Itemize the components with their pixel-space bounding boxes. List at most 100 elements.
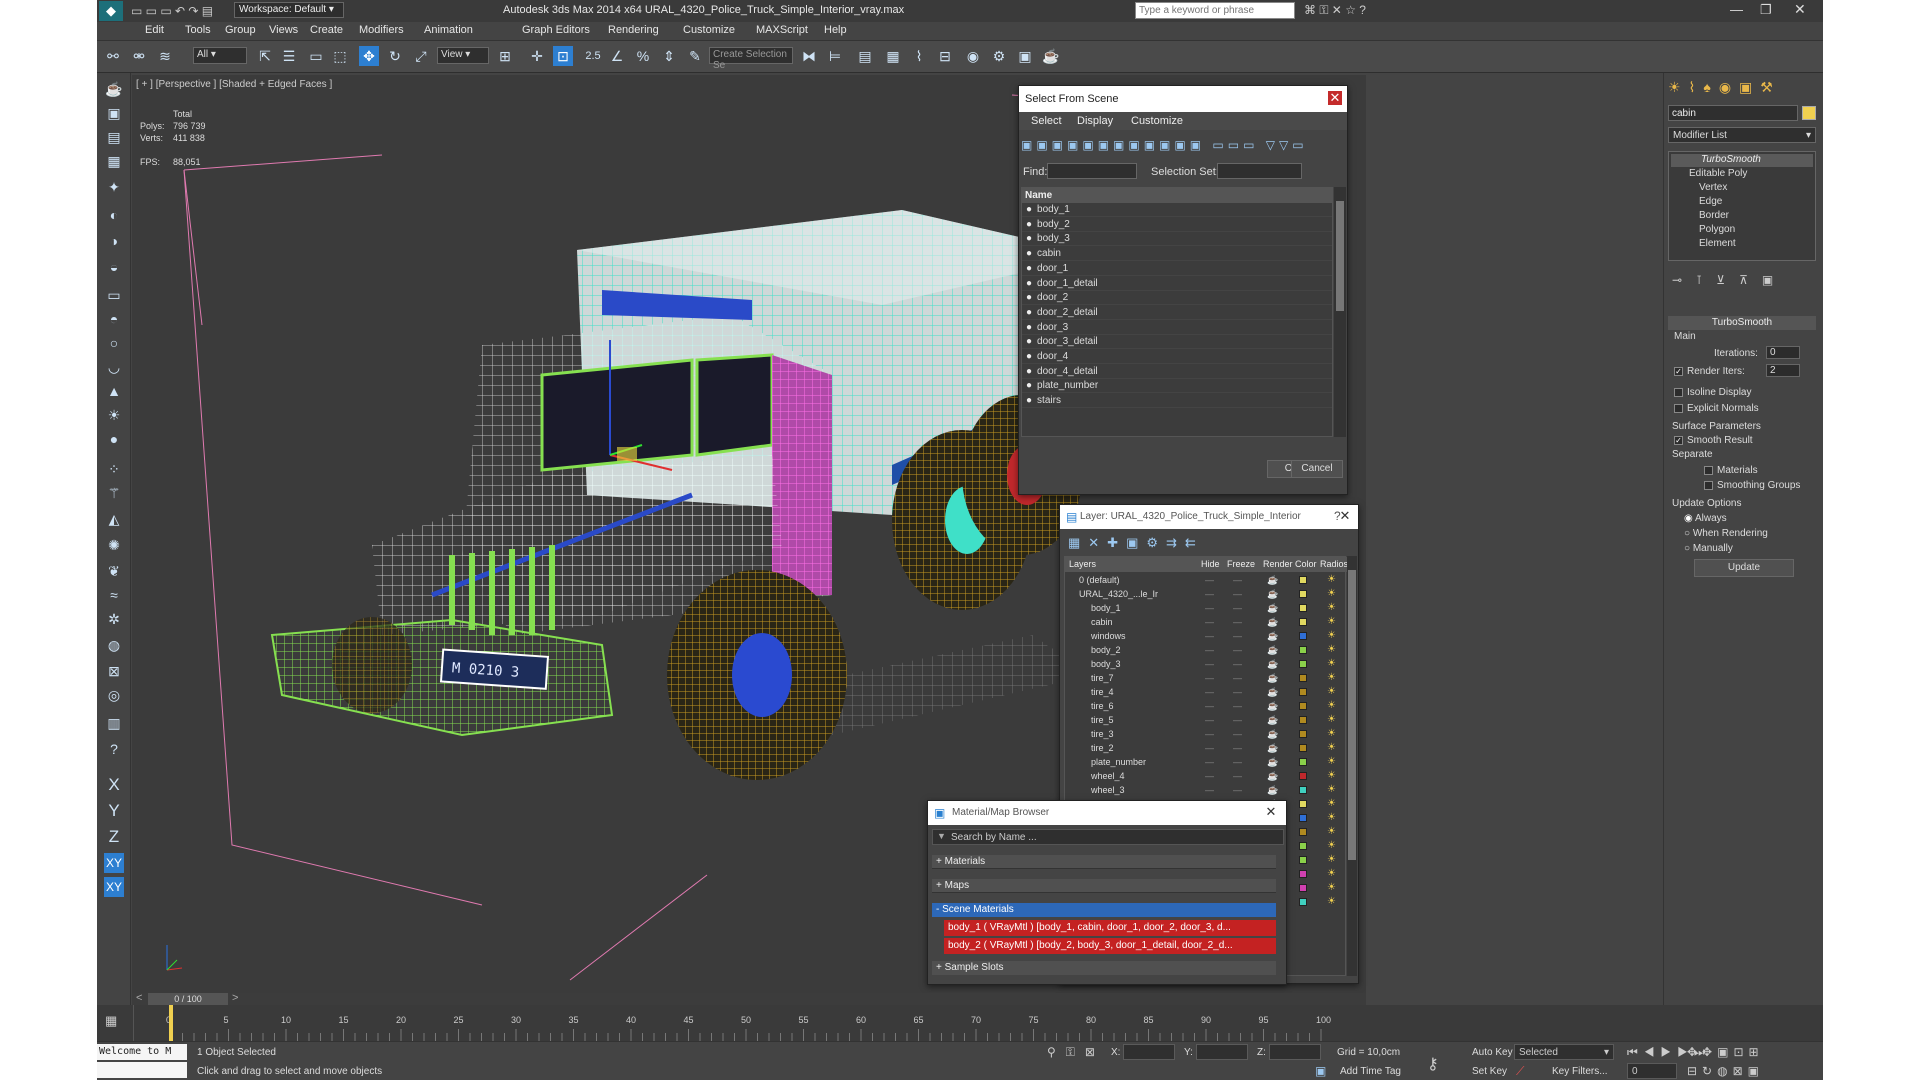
radiosity-icon[interactable]: ☀ [1327,811,1336,825]
spacewarp-icon[interactable]: ◑ [104,231,124,251]
render-iters-checkbox[interactable]: ✓ [1674,366,1683,376]
freeze-toggle[interactable]: — [1233,727,1242,741]
menu-group[interactable]: Group [225,24,256,36]
render-iters-spinner[interactable]: 2 [1766,364,1800,377]
freeze-toggle[interactable]: — [1233,615,1242,629]
radiosity-icon[interactable]: ☀ [1327,727,1336,741]
key-icon[interactable]: ⚷ [1427,1054,1439,1074]
key-filter-icon[interactable]: ⟋ [1516,1064,1524,1079]
track-ruler[interactable]: 0510152025303540455055606570758085909510… [133,1005,1367,1041]
fur-icon[interactable]: ✲ [104,609,124,629]
camera-icon[interactable]: ▣ [104,103,124,123]
radiosity-icon[interactable]: ☀ [1327,867,1336,881]
turbosmooth-rollout-title[interactable]: TurboSmooth [1668,316,1816,330]
layer-color-swatch[interactable] [1299,814,1307,822]
wand-icon[interactable]: ⚚ [104,483,124,503]
radiosity-icon[interactable]: ☀ [1327,573,1336,587]
radiosity-icon[interactable]: ☀ [1327,629,1336,643]
hide-toggle[interactable]: — [1205,615,1214,629]
isoline-row[interactable]: Isoline Display [1674,387,1751,398]
layer-row[interactable]: wheel_4 — — ☕ ☀ [1065,769,1345,783]
selection-set-dropdown[interactable] [1217,163,1302,179]
axis-x-icon[interactable]: X [104,775,124,795]
layer-color-swatch[interactable] [1299,632,1307,640]
y-coord-field[interactable] [1196,1044,1248,1060]
scene-object-row[interactable]: ● body_3 [1022,232,1332,247]
cone-icon[interactable]: ▲ [104,381,124,401]
stack-editable-poly[interactable]: Editable Poly [1689,168,1747,179]
spinner-snap-icon[interactable]: ⇕ [659,46,679,66]
environment-icon[interactable]: ◎ [104,685,124,705]
axis-z-icon[interactable]: Z [104,827,124,847]
help-icon[interactable]: ? [104,739,124,759]
layer-color-swatch[interactable] [1299,772,1307,780]
list-icon[interactable]: ▤ [104,127,124,147]
layer-row[interactable]: cabin — — ☕ ☀ [1065,615,1345,629]
radiosity-icon[interactable]: ☀ [1327,671,1336,685]
freeze-toggle[interactable]: — [1233,587,1242,601]
layer-color-swatch[interactable] [1299,618,1307,626]
layer-color-swatch[interactable] [1299,646,1307,654]
always-radio[interactable]: ◉ [1684,513,1693,524]
key-mode-dropdown[interactable]: Selected ▾ [1514,1044,1614,1060]
scene-object-row[interactable]: ● door_2 [1022,291,1332,306]
leaf-icon[interactable]: ❦ [104,561,124,581]
radiosity-icon[interactable]: ☀ [1327,755,1336,769]
render-toggle-icon[interactable]: ☕ [1267,755,1278,769]
hemisphere-icon[interactable]: ◓ [104,309,124,329]
link-icon[interactable]: ⚯ [103,46,123,66]
select-dialog-close-icon[interactable]: ✕ [1328,91,1342,105]
named-selection-sets-dropdown[interactable]: Create Selection Se [709,47,793,71]
close-icon[interactable]: ✕ [1794,1,1806,18]
layer-row[interactable]: body_3 — — ☕ ☀ [1065,657,1345,671]
radiosity-icon[interactable]: ☀ [1327,769,1336,783]
radiosity-icon[interactable]: ☀ [1327,881,1336,895]
freeze-toggle[interactable]: — [1233,671,1242,685]
key-filters-button[interactable]: Key Filters... [1552,1066,1608,1077]
hide-toggle[interactable]: — [1205,741,1214,755]
hide-toggle[interactable]: — [1205,769,1214,783]
viewport-nav-icons-2[interactable]: ⊟↻◍⊠▣ [1687,1064,1764,1078]
render-toggle-icon[interactable]: ☕ [1267,727,1278,741]
always-option[interactable]: ◉ Always [1684,513,1727,524]
manipulate-icon[interactable]: ✛ [527,46,547,66]
selection-filter-dropdown[interactable]: All ▾ [193,47,247,64]
material-search-field[interactable]: ▼ Search by Name ... [932,829,1284,845]
material-editor-icon[interactable]: ◉ [963,46,983,66]
layer-color-swatch[interactable] [1299,898,1307,906]
time-next-icon[interactable]: > [232,992,238,1004]
hide-toggle[interactable]: — [1205,713,1214,727]
x-coord-field[interactable] [1123,1044,1175,1060]
layer-color-swatch[interactable] [1299,884,1307,892]
menu-create[interactable]: Create [310,24,343,36]
layer-dialog-close-icon[interactable]: ✕ [1338,509,1352,523]
radiosity-icon[interactable]: ☀ [1327,685,1336,699]
axis-xy-icon[interactable]: XY [104,853,124,873]
layer-row[interactable]: URAL_4320_...le_Ir — — ☕ ☀ [1065,587,1345,601]
command-panel-tabs[interactable]: ☀⌇♠◉▣⚒ [1668,79,1781,96]
smoothing-groups-row[interactable]: Smoothing Groups [1704,480,1800,491]
render-toggle-icon[interactable]: ☕ [1267,615,1278,629]
col-freeze[interactable]: Freeze [1227,559,1255,569]
name-column-header[interactable]: Name [1022,188,1332,203]
manually-radio[interactable]: ○ [1684,543,1690,554]
time-cursor[interactable] [169,1005,173,1041]
layer-row[interactable]: body_1 — — ☕ ☀ [1065,601,1345,615]
layer-color-swatch[interactable] [1299,604,1307,612]
freeze-toggle[interactable]: — [1233,629,1242,643]
render-iters-row[interactable]: ✓ Render Iters: [1674,366,1745,377]
scene-object-row[interactable]: ● door_3_detail [1022,335,1332,350]
layer-color-swatch[interactable] [1299,828,1307,836]
radiosity-icon[interactable]: ☀ [1327,783,1336,797]
add-time-tag[interactable]: Add Time Tag [1340,1066,1401,1077]
select-rotate-icon[interactable]: ↻ [385,46,405,66]
hide-toggle[interactable]: — [1205,573,1214,587]
teapot-icon[interactable]: ☕ [104,79,124,99]
viewport-nav-icons[interactable]: ✥✥▣⊡⊞ [1687,1045,1764,1059]
freeze-toggle[interactable]: — [1233,643,1242,657]
radiosity-icon[interactable]: ☀ [1327,643,1336,657]
time-counter[interactable]: 0 / 100 [148,993,228,1005]
scene-material-body-2[interactable]: body_2 ( VRayMtl ) [body_2, body_3, door… [944,938,1276,954]
scene-object-row[interactable]: ● plate_number [1022,379,1332,394]
freeze-toggle[interactable]: — [1233,741,1242,755]
